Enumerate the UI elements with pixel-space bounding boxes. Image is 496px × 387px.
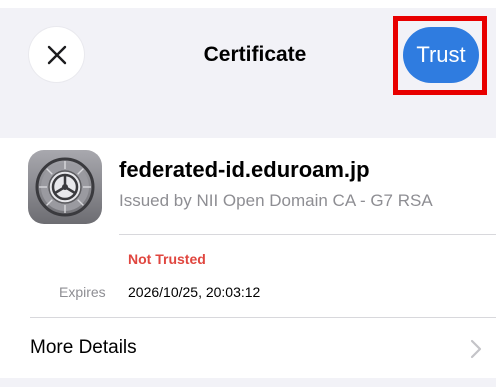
expires-value: 2026/10/25, 20:03:12 — [128, 284, 261, 300]
section-divider — [119, 234, 496, 235]
navigation-header: Certificate Trust — [0, 0, 496, 138]
more-details-row[interactable]: More Details — [0, 322, 496, 374]
close-button[interactable] — [29, 27, 84, 82]
certificate-screen: Certificate Trust federated-id.eduroam.j… — [0, 0, 496, 387]
settings-gear-icon — [28, 150, 102, 224]
expires-label: Expires — [59, 284, 106, 300]
more-details-label: More Details — [30, 337, 137, 358]
bottom-strip — [0, 378, 496, 387]
top-strip — [0, 0, 496, 8]
gear-icon — [35, 157, 95, 217]
chevron-right-icon — [470, 339, 482, 359]
certificate-issuer: Issued by NII Open Domain CA - G7 RSA — [119, 191, 433, 210]
close-icon — [47, 45, 66, 64]
trust-status: Not Trusted — [128, 251, 206, 267]
page-title: Certificate — [203, 43, 307, 66]
section-divider — [30, 317, 496, 318]
trust-button[interactable]: Trust — [403, 27, 479, 83]
certificate-domain: federated-id.eduroam.jp — [119, 157, 370, 182]
